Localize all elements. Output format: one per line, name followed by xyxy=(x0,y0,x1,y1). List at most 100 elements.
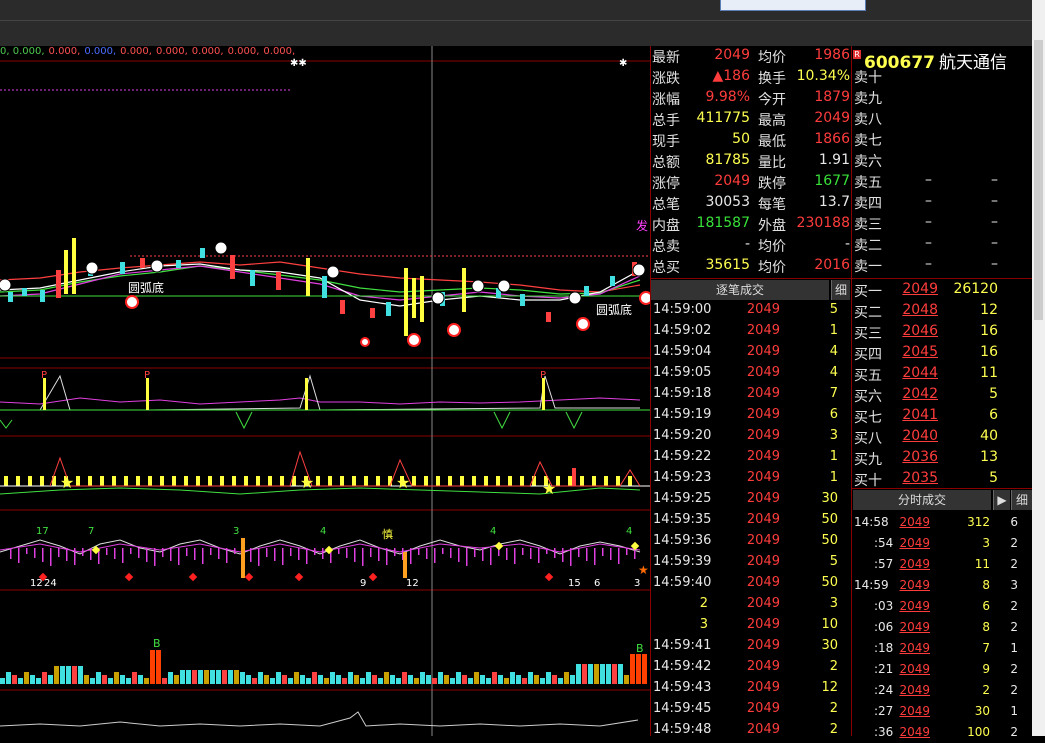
fenshi-price: 2049 xyxy=(899,683,930,697)
bid-volume: 12 xyxy=(980,302,998,318)
signal-bar xyxy=(496,476,500,486)
volume-bar xyxy=(126,678,131,684)
bid-label: 买六 xyxy=(854,389,882,405)
tick-row[interactable]: 14:59:02 2049 1 xyxy=(650,321,850,342)
quote-value: 50 xyxy=(732,131,750,147)
quote-label: 均价 xyxy=(758,239,786,255)
fenshi-row[interactable]: :03 2049 6 2 xyxy=(852,596,1032,617)
quote-label: 涨幅 xyxy=(652,92,680,108)
ask-volume: – xyxy=(991,214,998,230)
volume-bar xyxy=(360,678,365,684)
bid-volume: 6 xyxy=(989,407,998,423)
tick-row[interactable]: 14:59:18 2049 7 xyxy=(650,384,850,405)
tick-time: 14:59:20 xyxy=(653,428,712,443)
star-marker: ★ xyxy=(396,473,410,492)
fenshi-row[interactable]: :21 2049 9 2 xyxy=(852,659,1032,680)
tick-row[interactable]: 14:59:48 2049 2 xyxy=(650,720,850,741)
tick-time: 14:59:23 xyxy=(653,470,712,485)
panel4-bar xyxy=(562,548,564,562)
quote-label: 总手 xyxy=(652,113,680,129)
tick-row[interactable]: 14:59:04 2049 4 xyxy=(650,342,850,363)
tick-row[interactable]: 14:59:36 2049 50 xyxy=(650,531,850,552)
fenshi-play-button[interactable]: ▶ xyxy=(993,490,1010,510)
tick-list[interactable]: 14:59:00 2049 5 14:59:02 2049 1 14:59:04 2049 4 1… xyxy=(650,300,850,741)
fenshi-row[interactable]: :06 2049 8 2 xyxy=(852,617,1032,638)
tick-row[interactable]: 14:59:40 2049 50 xyxy=(650,573,850,594)
fenshi-row[interactable]: 14:58 2049 312 6 xyxy=(852,512,1032,533)
tick-price: 2049 xyxy=(746,533,780,548)
fenshi-row[interactable]: :57 2049 11 2 xyxy=(852,554,1032,575)
count-label: 4 xyxy=(490,526,496,537)
tick-price: 2049 xyxy=(746,344,780,359)
ask-label: 卖十 xyxy=(854,70,882,86)
tick-row[interactable]: 14:59:45 2049 2 xyxy=(650,699,850,720)
volume-bar xyxy=(42,672,47,684)
tick-row[interactable]: 2 2049 3 xyxy=(650,594,850,615)
tick-row[interactable]: 14:59:43 2049 12 xyxy=(650,678,850,699)
panel4-bar xyxy=(34,548,36,558)
tick-volume: 5 xyxy=(829,554,838,569)
fenshi-row[interactable]: :36 2049 100 2 xyxy=(852,722,1032,743)
tick-row[interactable]: 14:59:42 2049 2 xyxy=(650,657,850,678)
tick-row[interactable]: 14:59:22 2049 1 xyxy=(650,447,850,468)
panel4-bar xyxy=(50,548,52,566)
signal-bar xyxy=(616,476,620,486)
toolbar-divider xyxy=(0,20,1032,21)
fenshi-row[interactable]: :54 2049 3 2 xyxy=(852,533,1032,554)
volume-bar xyxy=(6,672,11,684)
toolbar-button[interactable] xyxy=(720,0,866,11)
ask-label: 卖二 xyxy=(854,238,882,254)
quote-row: 涨停 2049 跌停 1677 xyxy=(650,172,852,193)
signal-bar xyxy=(592,476,596,486)
panel4-bar xyxy=(210,548,212,555)
tick-row[interactable]: 14:59:23 2049 1 xyxy=(650,468,850,489)
bid-row: 买七 2041 6 xyxy=(852,406,1032,427)
panel4-bar xyxy=(458,548,460,562)
volume-bar xyxy=(222,670,227,684)
tick-row[interactable]: 14:59:00 2049 5 xyxy=(650,300,850,321)
count-label: 17 xyxy=(36,526,49,537)
tick-row[interactable]: 14:59:05 2049 4 xyxy=(650,363,850,384)
tick-row[interactable]: 14:59:25 2049 30 xyxy=(650,489,850,510)
fenshi-row[interactable]: 14:59 2049 8 3 xyxy=(852,575,1032,596)
tick-row[interactable]: 14:59:35 2049 50 xyxy=(650,510,850,531)
tick-row[interactable]: 14:59:41 2049 30 xyxy=(650,636,850,657)
fenshi-time: :57 xyxy=(874,557,894,571)
fenshi-row[interactable]: :24 2049 2 2 xyxy=(852,680,1032,701)
scrollbar-thumb[interactable] xyxy=(1034,40,1043,320)
panel4-bar xyxy=(434,548,436,563)
candlestick-chart[interactable]: ✱✱ ✱ 圆弧底 圆弧底 发 P P P ★ ★ ★ ★ 17 7 3 4 4 … xyxy=(0,46,650,736)
quote-value: ▲186 xyxy=(712,68,751,84)
signal-bar xyxy=(244,476,248,486)
panel4-bar xyxy=(602,548,604,556)
quote-value: 2049 xyxy=(814,110,850,126)
tick-price: 2049 xyxy=(746,596,780,611)
fenshi-detail-button[interactable]: 细 xyxy=(1011,490,1032,510)
signal-bar xyxy=(4,476,8,486)
volume-bar xyxy=(258,672,263,684)
tick-time: 3 xyxy=(699,617,708,632)
tick-row[interactable]: 14:59:39 2049 5 xyxy=(650,552,850,573)
fenshi-row[interactable]: :18 2049 7 1 xyxy=(852,638,1032,659)
ticks-detail-button[interactable]: 细 xyxy=(831,280,850,300)
fenshi-time: :03 xyxy=(874,599,894,613)
count-label: 24 xyxy=(44,578,57,589)
tick-row[interactable]: 3 2049 10 xyxy=(650,615,850,636)
fenshi-count: 1 xyxy=(1010,704,1018,718)
bid-volume: 40 xyxy=(980,428,998,444)
scrollbar[interactable] xyxy=(1032,0,1045,736)
panel4-bar xyxy=(586,548,588,561)
fenshi-list[interactable]: 14:58 2049 312 6:54 2049 3 2:57 2049 11 2 14:59 204… xyxy=(852,512,1032,743)
panel4-bar xyxy=(538,548,540,563)
tick-row[interactable]: 14:59:20 2049 3 xyxy=(650,426,850,447)
tick-row[interactable]: 14:59:19 2049 6 xyxy=(650,405,850,426)
tick-price: 2049 xyxy=(746,659,780,674)
volume-bar xyxy=(318,675,323,684)
quote-label: 跌停 xyxy=(758,176,786,192)
panel4-bar xyxy=(298,548,300,560)
fenshi-row[interactable]: :27 2049 30 1 xyxy=(852,701,1032,722)
bid-label: 买五 xyxy=(854,368,882,384)
volume-bar xyxy=(102,675,107,684)
bid-row: 买八 2040 40 xyxy=(852,427,1032,448)
ask-row: 卖二 – – xyxy=(852,234,1032,255)
